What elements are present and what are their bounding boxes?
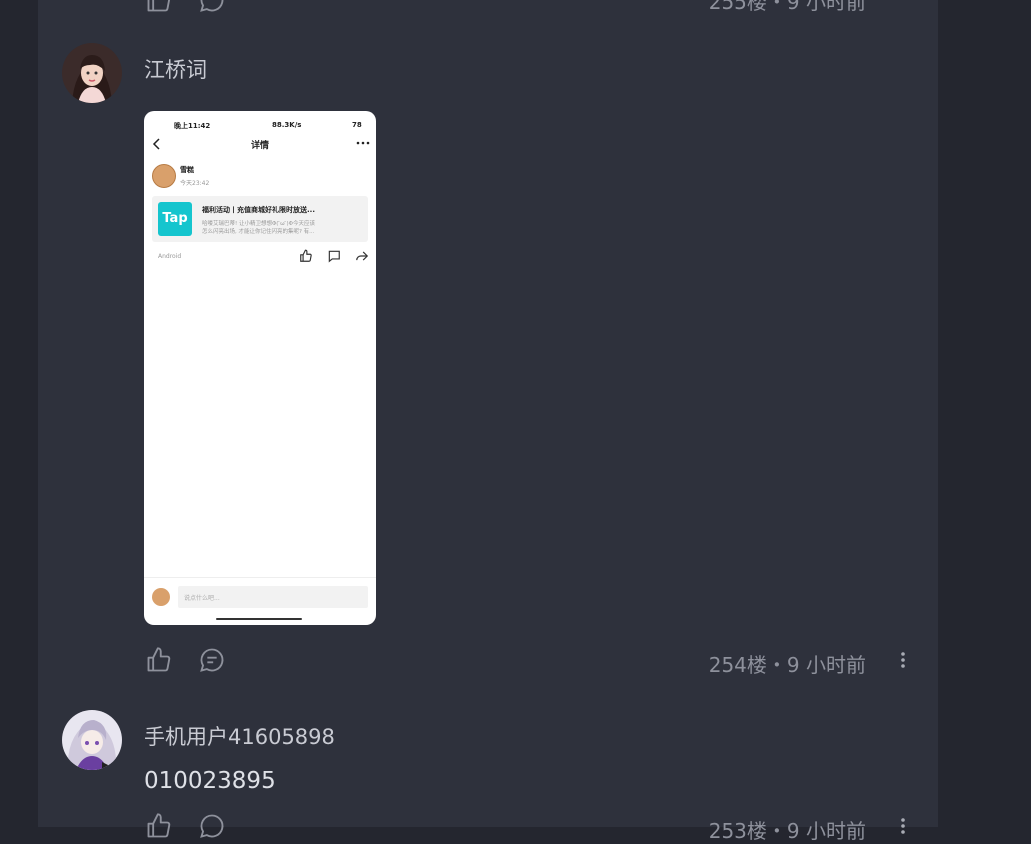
card-line1: 哈喽艾瑞巴蒂! 让小精卫想想Φ( ̄ω ̄)Φ今天应该 <box>202 221 316 227</box>
share-icon <box>356 251 369 261</box>
phone-input: 说点什么吧... <box>178 586 368 608</box>
comment-icon <box>200 648 224 672</box>
like-button[interactable] <box>145 0 173 14</box>
like-button[interactable] <box>145 646 173 674</box>
thumbs-up-icon <box>147 0 171 12</box>
phone-link-card: Tap 福利活动丨充值商城好礼限时放送... 哈喽艾瑞巴蒂! 让小精卫想想Φ( … <box>152 196 368 242</box>
tap-logo: Tap <box>158 202 192 236</box>
avatar[interactable] <box>62 710 122 770</box>
comment-text: 010023895 <box>144 768 276 794</box>
phone-divider <box>144 577 376 578</box>
phone-input-placeholder: 说点什么吧... <box>184 595 220 602</box>
phone-header-title: 详情 <box>250 141 269 151</box>
reply-button[interactable] <box>198 0 226 14</box>
phone-post-time: 今天23:42 <box>180 180 210 187</box>
thumbs-up-icon <box>147 813 171 838</box>
reply-button[interactable] <box>198 812 226 840</box>
floor-meta: 255楼・9 小时前 <box>708 0 866 14</box>
more-button[interactable] <box>896 646 910 674</box>
thumbs-up-icon <box>147 647 171 672</box>
card-title: 福利活动丨充值商城好礼限时放送... <box>202 206 315 214</box>
phone-device: Android <box>158 253 182 260</box>
phone-post-avatar <box>152 164 176 188</box>
more-horizontal-icon <box>356 141 370 145</box>
username[interactable]: 江桥词 <box>144 54 207 84</box>
comment-icon <box>328 250 340 263</box>
username[interactable]: 手机用户41605898 <box>144 721 335 751</box>
comment-image[interactable]: 晚上11:42 88.3K/s 78 详情 雪糕 今天23:42 Tap 福利活… <box>144 111 376 625</box>
avatar[interactable] <box>62 43 122 103</box>
card-line2: 怎么闪亮出场, 才能让你记住闪亮的集呢? 有... <box>202 229 315 235</box>
floor-meta: 253楼・9 小时前 <box>708 819 866 843</box>
comment-icon <box>200 814 224 838</box>
phone-battery: 78 <box>352 121 362 129</box>
like-button[interactable] <box>145 812 173 840</box>
comment-panel: 255楼・9 小时前 江桥词 晚上11:42 88.3K/s 78 详情 雪糕 <box>38 0 938 843</box>
phone-post-author: 雪糕 <box>180 166 194 174</box>
phone-status-right: 88.3K/s <box>272 121 302 129</box>
thumbs-up-icon <box>300 249 312 262</box>
home-indicator <box>216 618 302 620</box>
phone-input-avatar <box>152 588 170 606</box>
reply-button[interactable] <box>198 646 226 674</box>
comment-icon <box>200 0 224 12</box>
phone-status-time: 晚上11:42 <box>174 122 211 130</box>
more-button[interactable] <box>896 812 910 840</box>
more-vertical-icon <box>901 652 905 668</box>
floor-meta: 254楼・9 小时前 <box>708 653 866 677</box>
more-vertical-icon <box>901 818 905 834</box>
